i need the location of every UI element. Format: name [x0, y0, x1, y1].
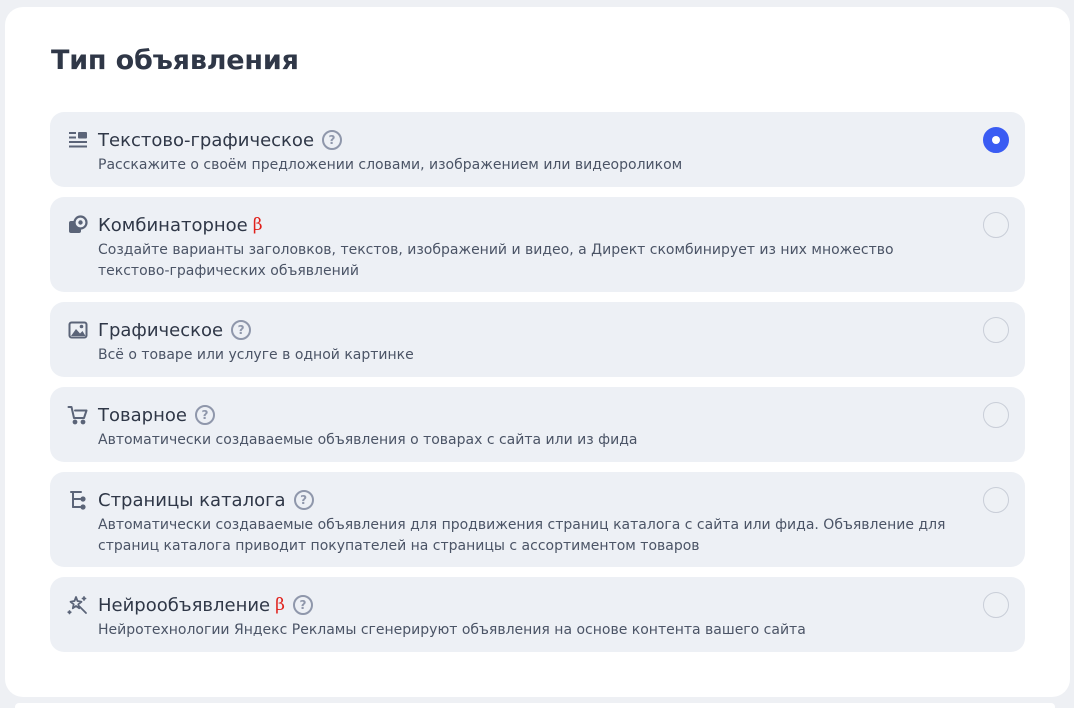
radio-button[interactable]	[983, 487, 1009, 513]
cart-icon	[67, 404, 89, 426]
help-icon[interactable]: ?	[322, 130, 343, 150]
radio-button[interactable]	[983, 317, 1009, 343]
option-description: Расскажите о своём предложении словами, …	[98, 157, 683, 173]
beta-badge: β	[252, 215, 263, 235]
help-icon[interactable]: ?	[292, 595, 313, 615]
option-title: Комбинаторное	[98, 214, 248, 236]
option-title: Товарное	[98, 404, 187, 426]
option-product[interactable]: Товарное ? Автоматически создаваемые объ…	[50, 387, 1025, 462]
radio-button[interactable]	[983, 402, 1009, 428]
option-title: Нейрообъявление	[98, 594, 271, 616]
help-icon[interactable]: ?	[231, 320, 252, 340]
help-icon[interactable]: ?	[293, 490, 314, 510]
text-graphic-icon	[67, 129, 89, 151]
beta-badge: β	[275, 595, 285, 615]
help-icon[interactable]: ?	[194, 405, 215, 425]
next-card-edge	[15, 703, 1055, 708]
option-graphic[interactable]: Графическое ? Всё о товаре или услуге в …	[50, 302, 1025, 377]
radio-button[interactable]	[983, 592, 1009, 618]
option-description: Нейротехнологии Яндекс Рекламы сгенериру…	[98, 622, 806, 638]
image-icon	[67, 319, 89, 341]
section-title: Тип объявления	[51, 45, 299, 76]
option-description: Автоматически создаваемые объявления для…	[98, 517, 946, 554]
ad-type-card: Тип объявления Текстово-графическое ? Ра…	[5, 7, 1070, 697]
option-description: Всё о товаре или услуге в одной картинке	[98, 347, 414, 363]
option-title: Страницы каталога	[98, 489, 286, 511]
option-description: Создайте варианты заголовков, текстов, и…	[98, 242, 894, 279]
radio-button-selected[interactable]	[983, 127, 1009, 153]
option-catalog[interactable]: Страницы каталога ? Автоматически создав…	[50, 472, 1025, 567]
option-title: Графическое	[98, 319, 224, 341]
option-text-graphic[interactable]: Текстово-графическое ? Расскажите о своё…	[50, 112, 1025, 187]
option-neuro[interactable]: Нейрообъявление β ? Нейротехнологии Янде…	[50, 577, 1025, 652]
option-description: Автоматически создаваемые объявления о т…	[98, 432, 638, 448]
radio-button[interactable]	[983, 212, 1009, 238]
option-title: Текстово-графическое	[98, 129, 315, 151]
combinatorial-icon	[67, 214, 89, 236]
option-combinatorial[interactable]: Комбинаторное β Создайте варианты заголо…	[50, 197, 1025, 292]
magic-wand-icon	[67, 594, 89, 616]
catalog-tree-icon	[67, 489, 89, 511]
